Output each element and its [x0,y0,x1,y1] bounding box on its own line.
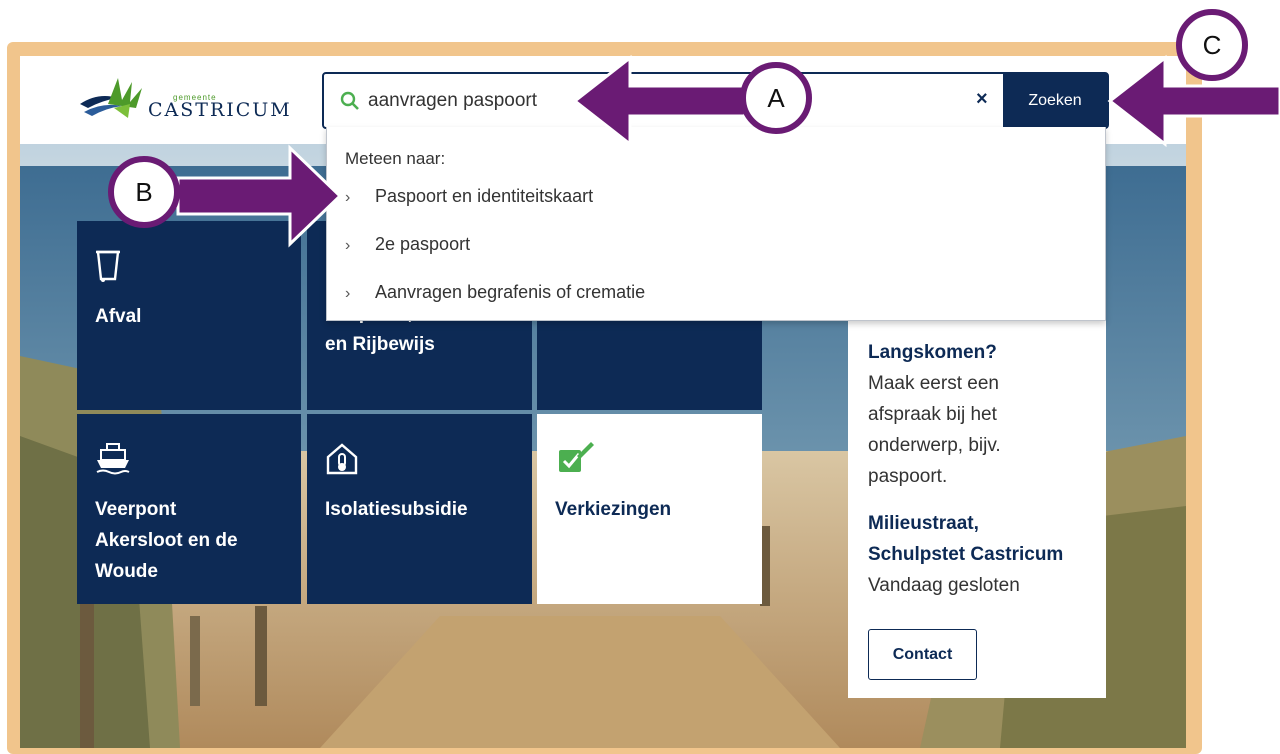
ferry-icon [96,443,130,475]
suggestion-item[interactable]: › 2e paspoort [345,234,1085,262]
tile-label-line2: en Rijbewijs [325,334,435,355]
tile-label: Verkiezingen [555,499,672,520]
clear-search-icon[interactable]: × [976,88,988,111]
suggestion-item[interactable]: › Paspoort en identiteitskaart [345,186,1085,214]
logo-emblem-icon [80,78,142,118]
suggestion-item[interactable]: › Aanvragen begrafenis of crematie [345,282,1085,310]
visit-text-line1: Maak eerst een [868,373,999,394]
chevron-right-icon: › [345,189,351,206]
tile-afval[interactable]: Afval [77,221,301,410]
chevron-right-icon: › [345,285,351,302]
tile-verkiezingen[interactable]: Verkiezingen [537,414,762,604]
chevron-right-icon: › [345,237,351,254]
logo-wordmark: CASTRICUM [148,99,292,121]
annotation-badge-c: C [1176,9,1248,81]
suggestion-label: Paspoort en identiteitskaart [375,186,594,206]
tile-label: Isolatiesubsidie [325,499,468,520]
castricum-logo[interactable]: gemeente CASTRICUM [78,74,298,126]
annotation-badge-b: B [108,156,180,228]
trash-bin-icon [96,250,120,282]
visit-text-line3: onderwerp, bijv. [868,435,1001,456]
milieustraat-status: Vandaag gesloten [868,575,1020,596]
annotation-badge-a: A [740,62,812,134]
suggestion-label: Aanvragen begrafenis of crematie [375,282,646,302]
ballot-check-icon [559,442,594,472]
house-thermometer-icon [326,443,358,475]
suggestion-label: 2e paspoort [375,234,471,254]
suggestions-heading: Meteen naar: [345,149,446,168]
search-suggestions-dropdown: Meteen naar: › Paspoort en identiteitskaa… [326,127,1106,321]
visit-title: Langskomen? [868,342,997,363]
milieustraat-link-line2[interactable]: Schulpstet Castricum [868,539,1063,570]
tile-veerpont[interactable]: Veerpont Akersloot en de Woude [77,414,301,604]
info-panel: Langskomen? Maak eerst een afspraak bij … [848,321,1106,698]
milieustraat-link[interactable]: Milieustraat, [868,508,979,539]
website-viewport: gemeente CASTRICUM Afval Paspoort, ID-ka… [20,56,1186,748]
visit-text-line2: afspraak bij het [868,404,997,425]
search-input[interactable] [368,84,948,118]
tile-label-line2: Akersloot en de [95,530,238,551]
visit-text-line4: paspoort. [868,466,948,487]
contact-button[interactable]: Contact [868,629,977,680]
tile-label: Veerpont [95,499,177,520]
search-icon [340,91,359,110]
tile-label: Afval [95,306,142,327]
search-bar: × Zoeken [322,72,1109,129]
tile-label-line3: Woude [95,561,158,582]
tile-isolatiesubsidie[interactable]: Isolatiesubsidie [307,414,532,604]
search-submit-button[interactable]: Zoeken [1003,74,1107,127]
